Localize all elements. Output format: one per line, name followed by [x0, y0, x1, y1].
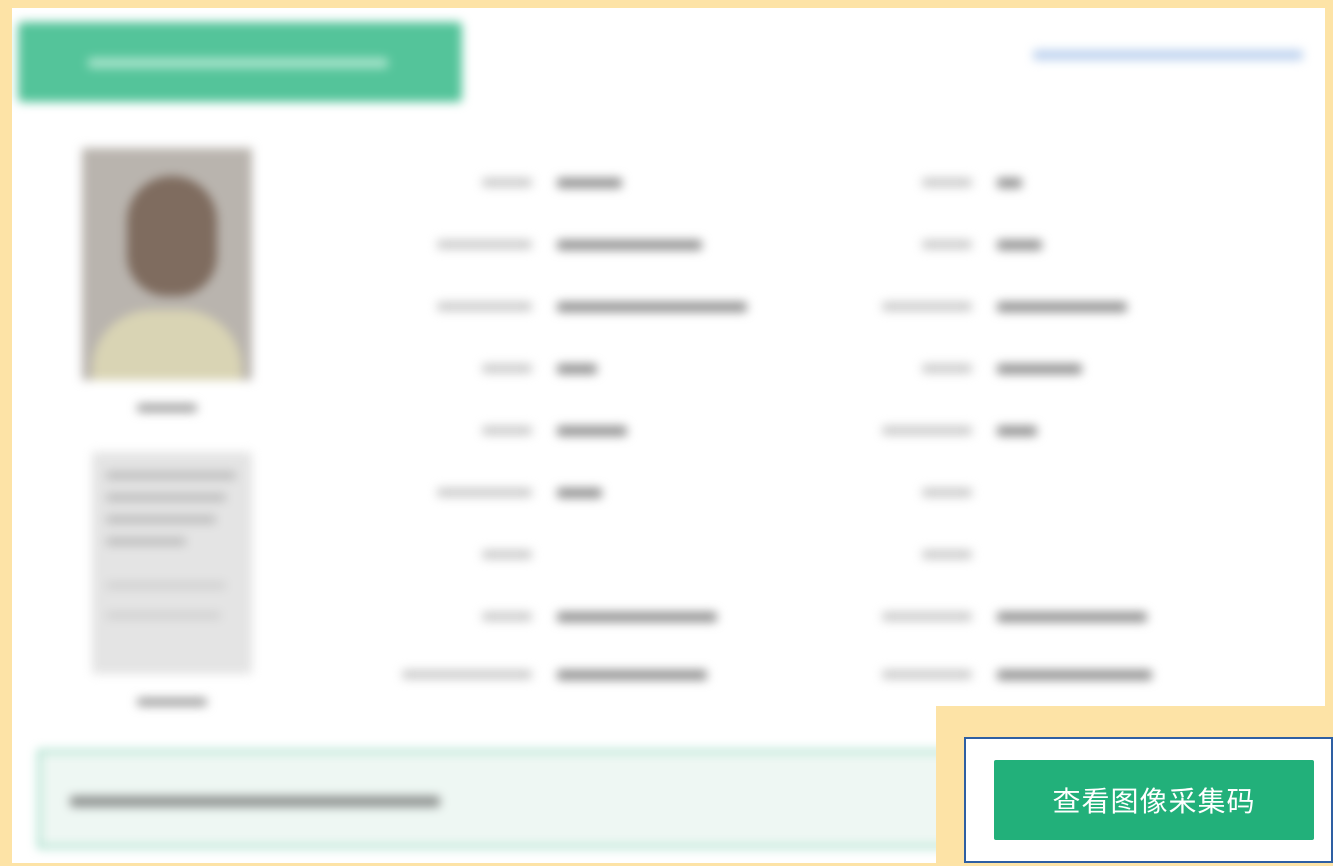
doc-line: [106, 612, 221, 619]
field-value-redacted: [557, 364, 597, 374]
field-value-redacted: [557, 670, 707, 680]
field-label-redacted: [402, 670, 532, 679]
field-label-redacted: [482, 550, 532, 559]
notice-text-redacted: [70, 796, 440, 807]
field-label-redacted: [882, 426, 972, 435]
field-value-redacted: [997, 426, 1037, 436]
field-value-redacted: [997, 612, 1147, 622]
doc-line: [106, 582, 226, 589]
field-value-redacted: [557, 178, 622, 188]
field-value-redacted: [997, 670, 1152, 680]
field-value-redacted: [997, 364, 1082, 374]
field-value-redacted: [557, 302, 747, 312]
header-tab-text-redacted: [88, 58, 388, 68]
field-label-redacted: [482, 612, 532, 621]
top-right-link-redacted[interactable]: [1033, 50, 1303, 60]
field-label-redacted: [922, 550, 972, 559]
photo-shirt: [92, 310, 242, 380]
field-label-redacted: [882, 302, 972, 311]
header-tab: [18, 22, 462, 102]
field-label-redacted: [922, 178, 972, 187]
doc-line: [106, 494, 226, 501]
photo-head: [127, 176, 217, 296]
view-image-code-button[interactable]: 查看图像采集码: [994, 760, 1314, 840]
field-label-redacted: [437, 302, 532, 311]
field-value-redacted: [557, 488, 602, 498]
field-label-redacted: [482, 364, 532, 373]
field-value-redacted: [997, 178, 1022, 188]
doc-line: [106, 472, 236, 479]
document-caption-redacted: [137, 698, 207, 706]
field-label-redacted: [922, 364, 972, 373]
field-label-redacted: [437, 240, 532, 249]
notice-box: [38, 750, 968, 848]
field-label-redacted: [882, 612, 972, 621]
field-label-redacted: [882, 670, 972, 679]
field-label-redacted: [482, 426, 532, 435]
doc-line: [106, 538, 186, 545]
field-label-redacted: [437, 488, 532, 497]
document-thumbnail-icon: [92, 452, 252, 674]
field-label-redacted: [482, 178, 532, 187]
doc-line: [106, 516, 216, 523]
field-value-redacted: [557, 426, 627, 436]
field-value-redacted: [557, 612, 717, 622]
photo-caption-redacted: [137, 404, 197, 412]
field-value-redacted: [557, 240, 702, 250]
field-value-redacted: [997, 302, 1127, 312]
person-photo-icon: [82, 148, 252, 380]
field-label-redacted: [922, 240, 972, 249]
field-value-redacted: [997, 240, 1042, 250]
field-label-redacted: [922, 488, 972, 497]
